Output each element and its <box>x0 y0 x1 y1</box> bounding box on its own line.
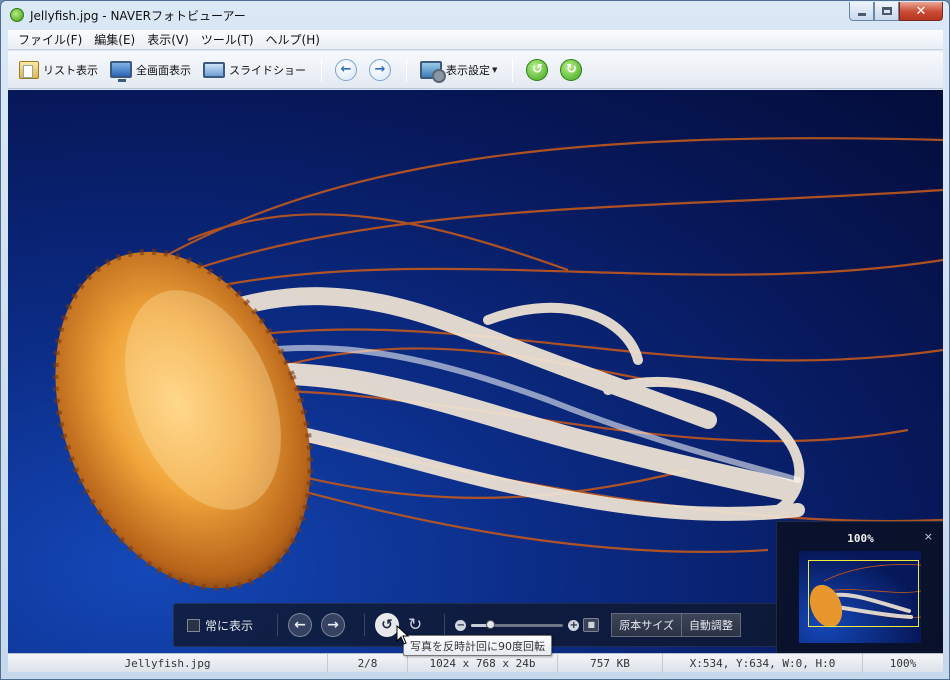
actual-size-button[interactable]: 原本サイズ <box>611 613 682 637</box>
display-settings-button[interactable]: 表示設定 ▼ <box>415 56 502 84</box>
rotate-left-button[interactable]: ↺ <box>521 56 553 84</box>
menu-edit[interactable]: 編集(E) <box>88 31 141 48</box>
navigator-close-button[interactable]: × <box>924 530 933 543</box>
toolbar-separator <box>406 57 407 82</box>
slideshow-label: スライドショー <box>229 63 306 77</box>
rotate-left-icon: ↺ <box>526 58 549 81</box>
status-zoom: 100% <box>889 656 917 670</box>
menu-help[interactable]: ヘルプ(H) <box>260 31 326 48</box>
app-window: Jellyfish.jpg - NAVERフォトビューアー ✕ ファイル(F) … <box>0 0 950 680</box>
arrow-right-icon: → <box>369 58 391 81</box>
menu-bar: ファイル(F) 編集(E) 表示(V) ツール(T) ヘルプ(H) <box>8 30 943 50</box>
overlay-separator <box>364 614 366 636</box>
always-show-label: 常に表示 <box>205 618 254 633</box>
window-title: Jellyfish.jpg - NAVERフォトビューアー <box>30 9 246 23</box>
zoom-slider-handle[interactable] <box>485 620 495 629</box>
zoom-slider[interactable] <box>471 619 564 631</box>
fullscreen-label: 全画面表示 <box>136 63 191 77</box>
status-filename: Jellyfish.jpg <box>8 653 328 673</box>
navigator-panel: 100% × <box>776 521 943 653</box>
status-index: 2/8 <box>328 653 408 673</box>
status-dimensions: 1024 x 768 x 24b <box>408 653 558 673</box>
display-settings-label: 表示設定 <box>446 63 490 77</box>
navigator-view-frame[interactable] <box>808 560 919 627</box>
naver-photo-viewer-icon <box>10 8 24 22</box>
maximize-button[interactable] <box>874 2 899 21</box>
status-file-size: 757 KB <box>558 653 663 673</box>
slideshow-button[interactable]: スライドショー <box>198 56 311 84</box>
minimize-button[interactable] <box>849 2 874 21</box>
lock-icon[interactable]: ■ <box>583 618 600 632</box>
window-controls: ✕ <box>849 2 943 21</box>
rotate-cw-button[interactable]: ↻ <box>408 616 422 634</box>
next-image-button[interactable]: → <box>364 56 396 84</box>
rotate-right-button[interactable]: ↻ <box>555 56 587 84</box>
rotate-right-icon: ↻ <box>560 58 583 81</box>
status-coordinates: X:534, Y:634, W:0, H:0 <box>663 653 863 673</box>
menu-file[interactable]: ファイル(F) <box>12 31 88 48</box>
display-settings-icon <box>420 60 446 83</box>
minimize-icon <box>857 12 866 16</box>
menu-view[interactable]: 表示(V) <box>141 31 195 48</box>
list-view-button[interactable]: リスト表示 <box>14 56 103 84</box>
close-icon: ✕ <box>915 3 927 19</box>
always-show-checkbox[interactable] <box>187 618 200 632</box>
dropdown-caret-icon: ▼ <box>492 65 498 74</box>
folder-list-icon <box>19 60 39 79</box>
zoom-out-button[interactable]: − <box>455 619 467 631</box>
mouse-cursor-icon <box>396 625 410 645</box>
navigator-zoom-level: 100% <box>847 532 874 545</box>
tooltip: 写真を反時計回に90度回転 <box>403 635 552 656</box>
list-view-label: リスト表示 <box>43 63 98 77</box>
overlay-next-button[interactable]: → <box>321 613 346 637</box>
overlay-separator <box>277 614 279 636</box>
auto-fit-button[interactable]: 自動調整 <box>681 613 741 637</box>
zoom-in-button[interactable]: + <box>568 619 580 631</box>
fullscreen-button[interactable]: 全画面表示 <box>105 56 196 84</box>
toolbar: リスト表示 全画面表示 スライドショー ← → 表示設定 ▼ ↺ ↻ <box>8 51 943 89</box>
toolbar-separator <box>512 57 514 82</box>
slideshow-icon <box>203 61 225 78</box>
previous-image-button[interactable]: ← <box>330 56 362 84</box>
menu-tools[interactable]: ツール(T) <box>195 31 260 48</box>
arrow-left-icon: ← <box>335 58 357 81</box>
maximize-icon <box>881 7 892 15</box>
monitor-icon <box>110 61 132 82</box>
overlay-separator <box>444 614 446 636</box>
overlay-prev-button[interactable]: ← <box>288 613 313 637</box>
title-bar[interactable]: Jellyfish.jpg - NAVERフォトビューアー ✕ <box>1 1 949 29</box>
close-button[interactable]: ✕ <box>899 2 943 21</box>
toolbar-separator <box>321 57 322 82</box>
